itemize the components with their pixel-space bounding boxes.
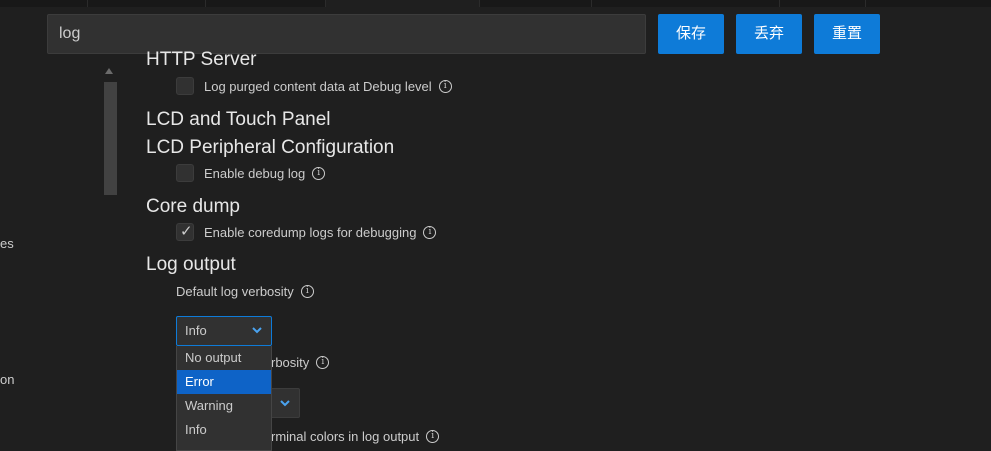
dropdown-option[interactable]: No output <box>177 346 271 370</box>
setting-label: rminal colors in log output <box>271 428 420 444</box>
setting-lcd-debug-log: Enable debug log i <box>176 164 326 182</box>
tab-segment[interactable] <box>206 0 326 7</box>
info-icon[interactable]: i <box>438 79 452 93</box>
section-heading-clipped: HTTP Server <box>146 50 446 71</box>
setting-terminal-colors: rminal colors in log output i <box>271 427 440 445</box>
select-value: Info <box>185 323 207 338</box>
save-button[interactable]: 保存 <box>658 14 724 54</box>
reset-button[interactable]: 重置 <box>814 14 880 54</box>
tab-segment[interactable] <box>780 0 866 7</box>
tab-segment[interactable] <box>592 0 780 7</box>
section-heading-log-output: Log output <box>146 254 236 275</box>
setting-max-verbosity: rbosity i <box>271 353 330 371</box>
discard-button[interactable]: 丢弃 <box>736 14 802 54</box>
tab-segment[interactable] <box>88 0 206 7</box>
checkmark-icon: ✓ <box>180 223 193 240</box>
search-input[interactable]: log <box>47 14 646 54</box>
tab-segment[interactable] <box>866 0 991 7</box>
info-icon[interactable]: i <box>312 166 326 180</box>
scrollbar-thumb[interactable] <box>104 82 117 195</box>
dropdown-option[interactable]: Info <box>177 418 271 442</box>
section-heading-lcd: LCD and Touch Panel <box>146 109 331 130</box>
editor-tab-strip <box>0 0 991 7</box>
sidebar-item-fragment[interactable]: es <box>0 236 14 251</box>
tab-segment-active[interactable] <box>326 0 480 7</box>
sidebar-item-fragment[interactable]: on <box>0 372 14 387</box>
chevron-down-icon <box>252 327 262 334</box>
lcd-debug-checkbox[interactable] <box>176 164 194 182</box>
setting-label: rbosity <box>271 354 310 370</box>
setting-default-verbosity: Default log verbosity i <box>176 282 314 300</box>
chevron-down-icon <box>280 400 290 407</box>
setting-label: Log purged content data at Debug level <box>204 78 432 94</box>
dropdown-option-highlighted[interactable]: Error <box>177 370 271 394</box>
coredump-logs-checkbox[interactable]: ✓ <box>176 223 194 241</box>
tab-segment[interactable] <box>0 0 88 7</box>
info-icon[interactable]: i <box>423 225 437 239</box>
section-heading-lcd-peripheral: LCD Peripheral Configuration <box>146 137 395 158</box>
http-purge-checkbox[interactable] <box>176 77 194 95</box>
setting-label: Enable coredump logs for debugging <box>204 224 417 240</box>
setting-http-purge-log: Log purged content data at Debug level i <box>176 77 452 95</box>
tab-segment[interactable] <box>480 0 592 7</box>
verbosity-dropdown-list: No output Error Warning Info <box>176 346 272 451</box>
info-icon[interactable]: i <box>300 284 314 298</box>
scroll-up-arrow-icon[interactable] <box>105 68 113 74</box>
setting-label: Default log verbosity <box>176 283 294 299</box>
section-heading-http-server: HTTP Server <box>146 50 257 70</box>
info-icon[interactable]: i <box>426 429 440 443</box>
verbosity-select[interactable]: Info <box>176 316 272 346</box>
info-icon[interactable]: i <box>316 355 330 369</box>
section-heading-core-dump: Core dump <box>146 196 240 217</box>
setting-coredump-logs: ✓ Enable coredump logs for debugging i <box>176 223 437 241</box>
dropdown-option[interactable]: Warning <box>177 394 271 418</box>
setting-label: Enable debug log <box>204 165 306 181</box>
